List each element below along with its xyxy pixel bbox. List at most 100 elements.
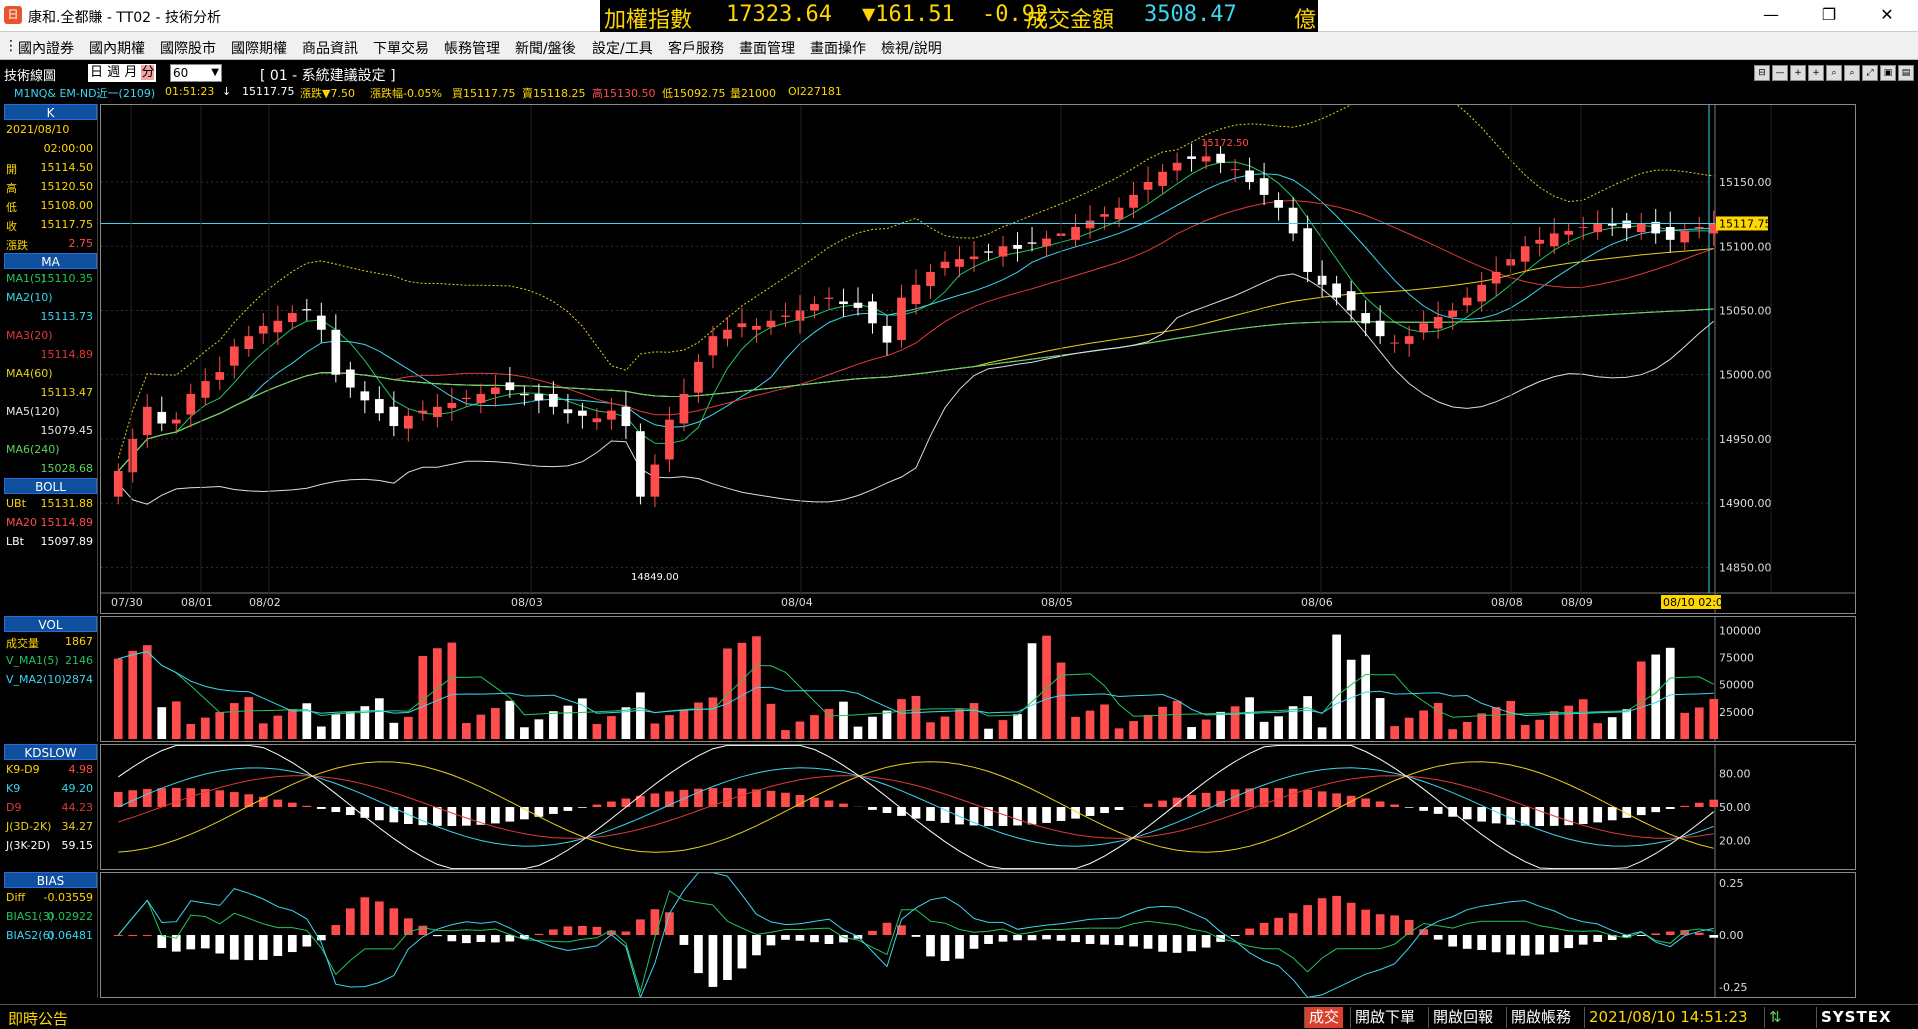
menu-domestic-futures[interactable]: 國內期權 xyxy=(89,38,145,58)
menu-trading[interactable]: 下單交易 xyxy=(373,38,429,58)
ma6-line xyxy=(117,308,1714,472)
tool-layout-icon[interactable]: ⊟ xyxy=(1754,65,1770,81)
ma5-value-row: 15079.45 xyxy=(40,424,94,437)
bias-diff-bar xyxy=(1158,935,1167,952)
menu-domestic-securities[interactable]: 國內證券 xyxy=(18,38,74,58)
ma3-value-row: 15114.89 xyxy=(40,348,94,361)
kd-histogram-bar xyxy=(723,787,732,807)
bias-chart[interactable]: 0.25 0.00 -0.25 xyxy=(100,872,1856,999)
menu-help[interactable]: 檢視/說明 xyxy=(881,38,942,58)
save-icon[interactable]: ▣ xyxy=(1880,65,1896,81)
volume-bar xyxy=(447,642,457,739)
kd-histogram-bar xyxy=(229,792,239,807)
candle-body xyxy=(1158,171,1167,186)
open-account-button[interactable]: 開啟帳務 xyxy=(1506,1007,1575,1028)
bias-chart-canvas[interactable]: 0.25 0.00 -0.25 xyxy=(101,872,1855,999)
tool-minus-icon[interactable]: — xyxy=(1772,65,1788,81)
interval-select[interactable]: 60 ▼ xyxy=(170,64,222,82)
candle-body xyxy=(1622,220,1632,229)
open-report-button[interactable]: 開啟回報 xyxy=(1428,1007,1497,1028)
menu-screen-mgmt[interactable]: 畫面管理 xyxy=(739,38,795,58)
bias-diff-bar xyxy=(1375,914,1385,935)
volume-bar xyxy=(766,703,776,739)
volume-chart-canvas[interactable]: 100000 75000 50000 25000 xyxy=(101,617,1855,741)
quote-bid: 買15117.75 xyxy=(452,87,516,100)
menu-product-info[interactable]: 商品資訊 xyxy=(302,38,358,58)
price-chart-canvas[interactable]: 15150.00 15100.00 15050.00 15000.00 14950.00… xyxy=(101,83,1855,613)
candle-body xyxy=(447,402,457,409)
bias-diff-bar xyxy=(781,935,790,940)
kd-histogram-bar xyxy=(1201,792,1211,807)
price-x-tick-label: 07/30 xyxy=(111,596,143,609)
candle-body xyxy=(1636,223,1646,233)
volume-bar xyxy=(1477,713,1487,739)
notice-link[interactable]: 即時公告 xyxy=(8,1008,68,1029)
menu-news[interactable]: 新聞/盤後 xyxy=(515,38,576,58)
zoom-in-icon[interactable]: ⌕ xyxy=(1826,65,1842,81)
volume-bar xyxy=(1433,702,1443,739)
volume-bar xyxy=(737,642,747,739)
kd-histogram-bar xyxy=(1491,807,1501,824)
candle-body xyxy=(1085,220,1095,229)
menu-intl-stocks[interactable]: 國際股市 xyxy=(160,38,216,58)
fit-icon[interactable]: ⤢ xyxy=(1862,65,1878,81)
bias-diff-bar xyxy=(723,935,732,980)
connection-icon: ⇅ xyxy=(1764,1007,1786,1028)
volume-bar xyxy=(679,709,689,739)
volume-bar xyxy=(1549,711,1559,739)
bias-diff-bar xyxy=(911,935,921,937)
open-order-button[interactable]: 開啟下單 xyxy=(1350,1007,1419,1028)
volume-bar xyxy=(171,701,181,739)
grid-icon[interactable]: ▤ xyxy=(1898,65,1914,81)
volume-bar xyxy=(636,692,645,739)
bias-diff-bar xyxy=(578,925,587,935)
kd-histogram-bar xyxy=(142,788,152,807)
d9-row: D9 44.23 xyxy=(6,801,93,814)
candle-body xyxy=(737,323,747,328)
zoom-out-icon[interactable]: ⌕ xyxy=(1844,65,1860,81)
price-tick-label: 15100.00 xyxy=(1719,240,1772,253)
deal-button[interactable]: 成交 xyxy=(1304,1007,1344,1028)
tool-add-icon[interactable]: + xyxy=(1808,65,1824,81)
volume-bar xyxy=(142,645,152,739)
volume-bar xyxy=(853,726,863,739)
candle-body xyxy=(186,393,196,415)
candle-body xyxy=(229,346,239,366)
quote-oi: OI227181 xyxy=(788,85,842,98)
volume-bar xyxy=(1013,714,1022,739)
period-minute[interactable]: 分 xyxy=(141,65,155,80)
period-day[interactable]: 日 xyxy=(90,65,103,80)
volume-bar xyxy=(200,717,210,739)
kd-histogram-bar xyxy=(1158,800,1167,807)
volume-bar xyxy=(491,708,500,739)
minimize-button[interactable]: — xyxy=(1748,0,1794,32)
kd-histogram-bar xyxy=(781,792,790,807)
menu-screen-ops[interactable]: 畫面操作 xyxy=(810,38,866,58)
kd-histogram-bar xyxy=(1404,807,1414,808)
candle-body xyxy=(897,297,906,341)
volume-bar xyxy=(1419,710,1429,739)
menu-service[interactable]: 客戶服務 xyxy=(668,38,724,58)
candle-body xyxy=(403,415,413,429)
period-month[interactable]: 月 xyxy=(124,65,137,80)
menu-intl-futures[interactable]: 國際期權 xyxy=(231,38,287,58)
candle-body xyxy=(374,399,384,414)
volume-bar xyxy=(911,696,921,739)
volume-bar xyxy=(1448,729,1458,739)
maximize-button[interactable]: ❐ xyxy=(1806,0,1852,32)
volume-chart[interactable]: 100000 75000 50000 25000 xyxy=(100,616,1856,742)
kd-chart-canvas[interactable]: 80.00 50.00 20.00 xyxy=(101,744,1855,870)
volume-bar xyxy=(476,714,486,739)
kd-chart[interactable]: 80.00 50.00 20.00 xyxy=(100,744,1856,870)
price-chart[interactable]: 15150.00 15100.00 15050.00 15000.00 14950.00… xyxy=(100,83,1856,614)
candle-body xyxy=(360,391,370,401)
kd-info-panel: KDSLOW K9-D9 4.98 K9 49.20 D9 44.23 J(3D-2K… xyxy=(4,744,98,870)
menu-settings[interactable]: 設定/工具 xyxy=(592,38,653,58)
bias-tick-label: 0.00 xyxy=(1719,929,1744,942)
setting-label[interactable]: [ 01 - 系統建議設定 ] xyxy=(260,65,396,85)
menu-accounts[interactable]: 帳務管理 xyxy=(444,38,500,58)
period-week[interactable]: 週 xyxy=(107,65,120,80)
tool-plus-icon[interactable]: + xyxy=(1790,65,1806,81)
close-button[interactable]: ✕ xyxy=(1864,0,1910,32)
kd-histogram-bar xyxy=(1085,807,1095,816)
